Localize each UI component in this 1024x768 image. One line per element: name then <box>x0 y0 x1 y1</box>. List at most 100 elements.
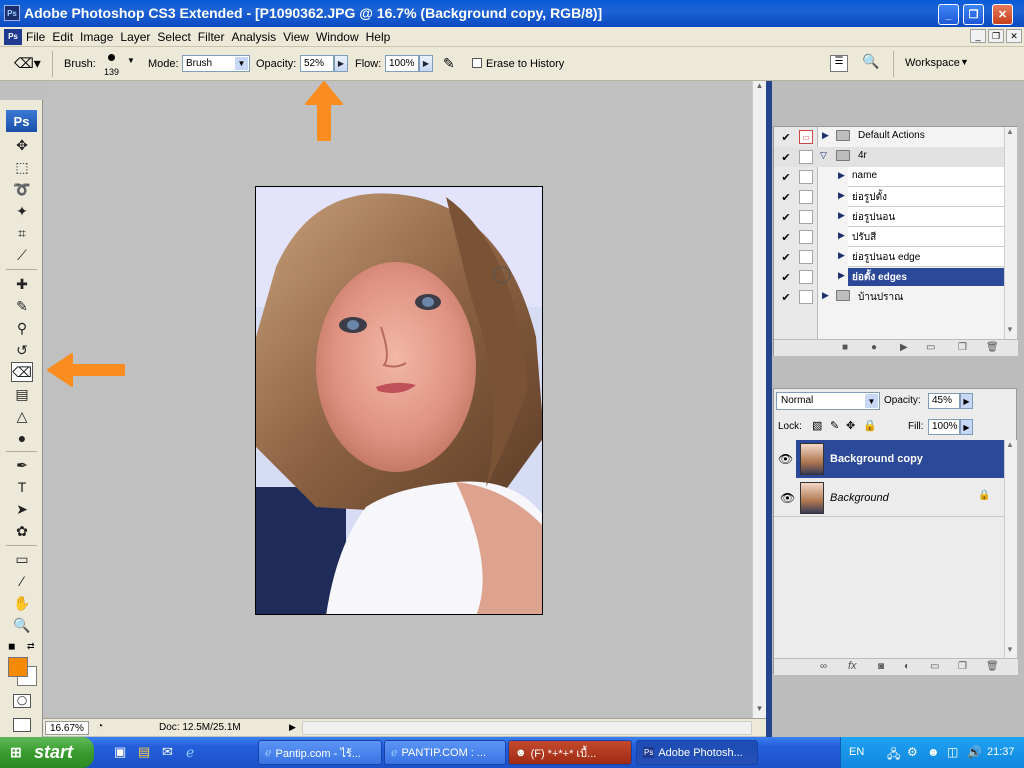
layer-name[interactable]: Background <box>830 492 889 504</box>
blend-mode-select[interactable]: Normal ▼ <box>776 392 880 410</box>
expand-icon[interactable]: ▶ <box>822 130 829 141</box>
check-icon[interactable]: ✔ <box>779 290 793 304</box>
chevron-down-icon[interactable]: ▼ <box>865 394 878 408</box>
photoshop-app-icon[interactable]: Ps <box>4 5 20 21</box>
lock-transparency-icon[interactable]: ▧ <box>812 419 822 432</box>
history-brush-icon[interactable]: ↺ <box>11 340 33 360</box>
notes-icon[interactable]: ▭ <box>11 549 33 569</box>
eyedropper-icon[interactable]: ⁄ <box>11 571 33 591</box>
document-icon[interactable]: Ps <box>4 28 22 45</box>
dialog-toggle-icon[interactable] <box>799 170 813 184</box>
brush-preview-icon[interactable] <box>108 54 115 61</box>
trash-icon[interactable]: 🗑 <box>986 661 999 672</box>
workspace-dropdown-icon[interactable]: ▼ <box>960 57 969 67</box>
action-row[interactable]: ✔ ▶ ปรับสี <box>774 227 1004 247</box>
erase-history-checkbox[interactable] <box>472 58 482 68</box>
scroll-down-icon[interactable]: ▼ <box>1006 325 1014 334</box>
menu-filter[interactable]: Filter <box>198 30 232 44</box>
action-row[interactable]: ✔ ▶ name <box>774 167 1004 187</box>
new-layer-icon[interactable]: ❐ <box>958 661 967 672</box>
doc-restore-button[interactable]: ❐ <box>988 29 1004 43</box>
lock-all-icon[interactable]: 🔒 <box>863 419 877 432</box>
menu-edit[interactable]: Edit <box>52 30 80 44</box>
layers-scrollbar[interactable]: ▲ ▼ <box>1004 440 1017 658</box>
language-indicator[interactable]: EN <box>849 746 864 758</box>
default-colors-icon[interactable]: ◼ <box>8 641 15 652</box>
menu-select[interactable]: Select <box>157 30 197 44</box>
menu-file[interactable]: File <box>26 30 52 44</box>
menu-analysis[interactable]: Analysis <box>231 30 283 44</box>
blur-icon[interactable]: △ <box>11 406 33 426</box>
zoom-icon[interactable]: 🔍 <box>11 615 33 635</box>
actions-scrollbar[interactable]: ▲ ▼ <box>1004 127 1017 339</box>
layer-mask-icon[interactable]: ◙ <box>878 661 884 672</box>
taskbar-button-active[interactable]: Ps Adobe Photosh... <box>636 740 758 765</box>
foreground-color-swatch[interactable] <box>8 657 28 677</box>
mode-select[interactable]: Brush ▼ <box>182 55 250 72</box>
taskbar-button[interactable]: ℯ PANTIP.COM : ... <box>384 740 506 765</box>
action-row[interactable]: ✔ ▽ 4r <box>774 147 1004 167</box>
shape-icon[interactable]: ✿ <box>11 521 33 541</box>
volume-icon[interactable]: 🔊 <box>967 745 982 759</box>
lasso-icon[interactable]: ➰ <box>11 179 33 199</box>
stop-icon[interactable]: ■ <box>842 342 848 353</box>
check-icon[interactable]: ✔ <box>779 130 793 144</box>
check-icon[interactable]: ✔ <box>779 170 793 184</box>
expand-icon[interactable]: ▶ <box>838 190 845 201</box>
expand-icon[interactable]: ▶ <box>838 230 845 241</box>
layer-opacity-input[interactable]: 45% <box>928 393 960 409</box>
brush-dropdown-icon[interactable]: ▼ <box>127 56 135 65</box>
vertical-scrollbar[interactable]: ▲ ▼ <box>752 81 766 720</box>
fill-input[interactable]: 100% <box>928 419 960 435</box>
dialog-toggle-icon[interactable] <box>799 150 813 164</box>
slice-icon[interactable]: ⟋ <box>11 245 33 265</box>
flow-slider-button[interactable]: ▶ <box>419 55 433 72</box>
start-button[interactable]: ⊞ start <box>0 737 94 768</box>
brush-icon[interactable]: ✎ <box>11 296 33 316</box>
menu-help[interactable]: Help <box>366 30 398 44</box>
restore-button[interactable]: ❐ <box>963 4 984 25</box>
dialog-toggle-icon[interactable] <box>799 230 813 244</box>
chevron-down-icon[interactable]: ▼ <box>235 57 248 70</box>
hand-icon[interactable]: ✋ <box>11 593 33 613</box>
tray-app-icon[interactable]: ⚙ <box>907 745 918 759</box>
document-image[interactable] <box>255 186 543 615</box>
close-button[interactable]: ✕ <box>992 4 1013 25</box>
flow-input[interactable]: 100% <box>385 55 419 72</box>
menu-image[interactable]: Image <box>80 30 120 44</box>
check-icon[interactable]: ✔ <box>779 230 793 244</box>
scroll-up-icon[interactable]: ▲ <box>1006 127 1014 136</box>
expand-icon[interactable]: ▶ <box>838 170 845 181</box>
action-row[interactable]: ✔ ▶ ย่อรูปตั้ง <box>774 187 1004 207</box>
check-icon[interactable]: ✔ <box>779 270 793 284</box>
doc-minimize-button[interactable]: _ <box>970 29 986 43</box>
action-row[interactable]: ✔ ▭ ▶ Default Actions <box>774 127 1004 147</box>
scroll-up-icon[interactable]: ▲ <box>1006 440 1014 449</box>
marquee-icon[interactable]: ⬚ <box>11 157 33 177</box>
bridge-icon[interactable]: 🔍 <box>862 53 886 73</box>
trash-icon[interactable]: 🗑 <box>986 342 999 353</box>
layer-row[interactable]: 👁 Background 🔒 <box>774 479 1004 517</box>
dialog-toggle-icon[interactable] <box>799 290 813 304</box>
layer-name[interactable]: Background copy <box>830 453 923 465</box>
dialog-toggle-icon[interactable] <box>799 190 813 204</box>
check-icon[interactable]: ✔ <box>779 250 793 264</box>
screen-mode-icon[interactable] <box>13 718 31 732</box>
action-row[interactable]: ✔ ▶ ย่อรูปนอน <box>774 207 1004 227</box>
fill-slider-button[interactable]: ▶ <box>960 419 973 435</box>
adjustment-layer-icon[interactable]: ◐ <box>904 661 910 672</box>
doc-close-button[interactable]: ✕ <box>1006 29 1022 43</box>
layer-opacity-slider-button[interactable]: ▶ <box>960 393 973 409</box>
path-select-icon[interactable]: ➤ <box>11 499 33 519</box>
dodge-icon[interactable]: ● <box>11 428 33 448</box>
taskbar-button[interactable]: ℯ Pantip.com - ไร้... <box>258 740 382 765</box>
record-icon[interactable]: ● <box>871 342 877 353</box>
new-group-icon[interactable]: ▭ <box>930 661 939 672</box>
dialog-toggle-icon[interactable]: ▭ <box>799 130 813 144</box>
swap-colors-icon[interactable]: ⇄ <box>27 641 35 652</box>
quick-mask-icon[interactable]: ◯ <box>13 694 31 708</box>
new-set-icon[interactable]: ▭ <box>926 342 935 353</box>
healing-icon[interactable]: ✚ <box>11 274 33 294</box>
eraser-icon[interactable]: ⌫ <box>11 362 33 382</box>
desktop-icon[interactable]: ▣ <box>114 744 126 760</box>
